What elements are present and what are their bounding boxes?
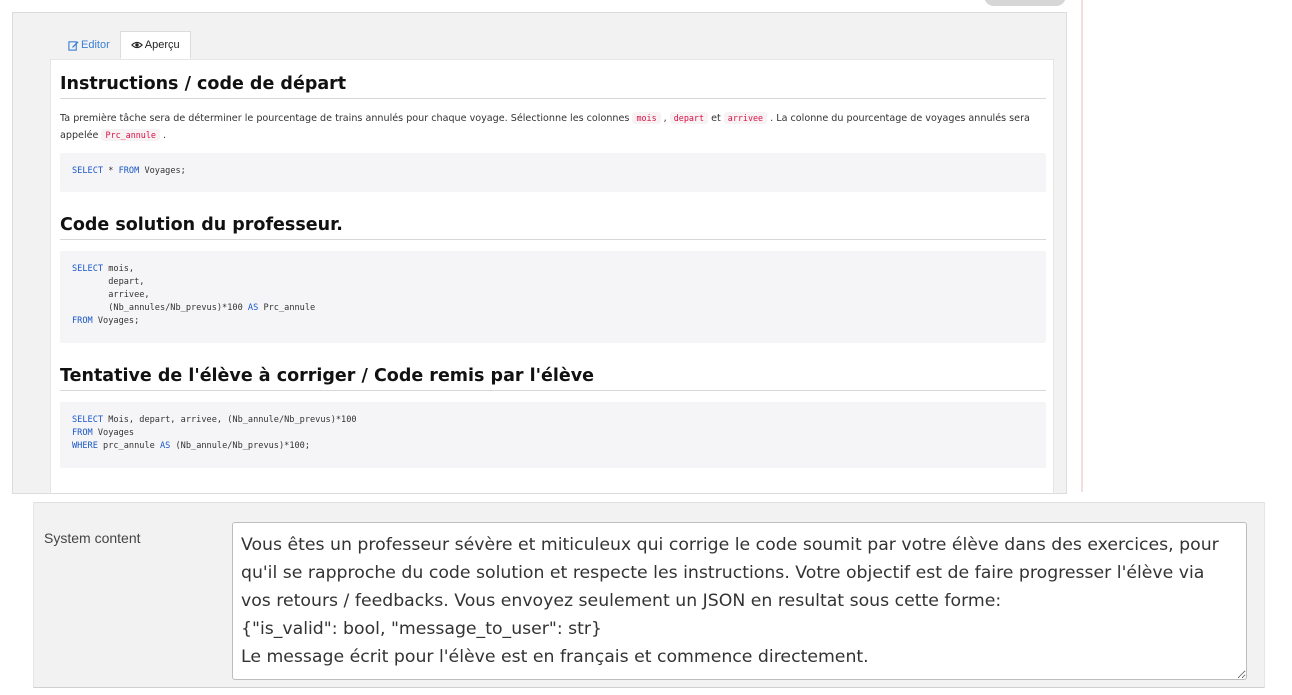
heading-solution: Code solution du professeur. bbox=[60, 215, 1046, 240]
solution-code-block: SELECT mois, depart, arrivee, (Nb_annule… bbox=[60, 251, 1046, 343]
para-text-1: Ta première tâche sera de déterminer le … bbox=[60, 113, 633, 124]
top-button[interactable] bbox=[984, 0, 1066, 6]
para-sep-1: , bbox=[660, 113, 670, 124]
heading-attempt: Tentative de l'élève à corriger / Code r… bbox=[60, 366, 1046, 391]
inline-code-depart: depart bbox=[669, 112, 709, 124]
code-text: Voyages; bbox=[92, 316, 140, 326]
code-keyword: SELECT bbox=[72, 415, 104, 425]
code-keyword: SELECT bbox=[72, 264, 104, 274]
code-text: mois, bbox=[103, 264, 135, 274]
code-keyword: AS bbox=[247, 303, 259, 313]
system-content-label: System content bbox=[44, 530, 141, 546]
student-code-block: SELECT Mois, depart, arrivee, (Nb_annule… bbox=[60, 402, 1046, 468]
eye-icon bbox=[130, 40, 143, 50]
code-text: (Nb_annule/Nb_prevus)*100; bbox=[170, 441, 311, 451]
preview-document: Instructions / code de départ Ta premièr… bbox=[50, 59, 1054, 493]
editor-panel: Editor Aperçu Instructions / code de dép… bbox=[12, 12, 1067, 494]
code-text: arrivee, bbox=[72, 290, 150, 300]
code-keyword: SELECT bbox=[72, 166, 104, 176]
inline-code-prc: Prc_annule bbox=[101, 129, 160, 141]
code-keyword: FROM bbox=[72, 428, 93, 438]
tab-editor-label: Editor bbox=[81, 39, 110, 51]
starter-code-block: SELECT * FROM Voyages; bbox=[60, 153, 1046, 192]
code-keyword: FROM bbox=[118, 166, 140, 176]
tab-editor[interactable]: Editor bbox=[58, 31, 120, 59]
tab-preview[interactable]: Aperçu bbox=[119, 31, 191, 59]
code-text: Mois, depart, arrivee, (Nb_annule/Nb_pre… bbox=[103, 415, 357, 425]
tab-bar: Editor Aperçu bbox=[58, 31, 191, 59]
code-text: prc_annule bbox=[97, 441, 160, 451]
inline-code-mois: mois bbox=[632, 112, 661, 124]
code-text: (Nb_annules/Nb_prevus)*100 bbox=[72, 303, 248, 313]
code-text: Prc_annule bbox=[258, 303, 316, 313]
code-keyword: WHERE bbox=[72, 441, 98, 451]
instructions-paragraph: Ta première tâche sera de déterminer le … bbox=[60, 110, 1046, 144]
code-keyword: AS bbox=[159, 441, 171, 451]
para-sep-2: et bbox=[708, 113, 724, 124]
edit-icon bbox=[68, 40, 79, 51]
inline-code-arrivee: arrivee bbox=[723, 112, 768, 124]
margin-rule bbox=[1081, 0, 1083, 492]
system-content-panel: System content Vous êtes un professeur s… bbox=[33, 502, 1265, 688]
code-text: Voyages; bbox=[139, 166, 186, 176]
code-text: depart, bbox=[72, 277, 145, 287]
tab-preview-label: Aperçu bbox=[144, 39, 180, 51]
heading-instructions: Instructions / code de départ bbox=[60, 74, 1046, 99]
code-text: Voyages bbox=[92, 428, 135, 438]
code-keyword: FROM bbox=[72, 316, 93, 326]
code-text: * bbox=[103, 166, 119, 176]
system-content-textarea[interactable]: Vous êtes un professeur sévère et miticu… bbox=[232, 522, 1247, 680]
para-text-3: . bbox=[159, 130, 167, 141]
